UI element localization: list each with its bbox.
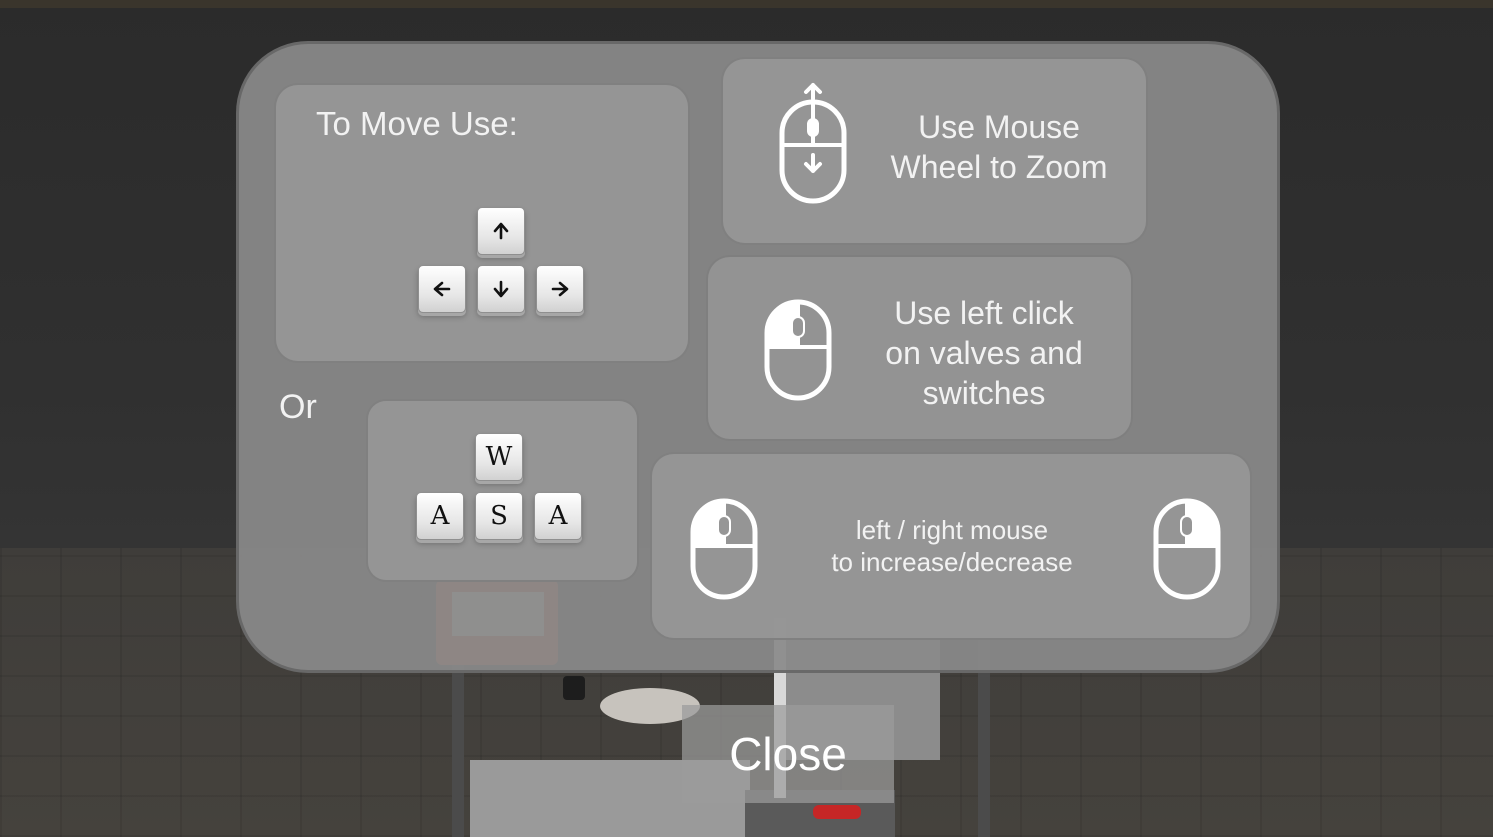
arrow-right-icon: [551, 281, 569, 297]
s-key: S: [475, 492, 523, 540]
move-title: To Move Use:: [316, 105, 518, 142]
mouse-right-click-icon: [1153, 498, 1221, 600]
letter-keys-card: [366, 399, 639, 582]
w-key: W: [475, 433, 523, 481]
zoom-controls-card: Use Mouse Wheel to Zoom: [721, 57, 1148, 245]
rig-valve: [563, 676, 585, 700]
zoom-instructions: Use Mouse Wheel to Zoom: [873, 107, 1125, 187]
zoom-line-1: Use Mouse: [918, 109, 1080, 145]
adjust-line-2: to increase/decrease: [831, 547, 1073, 577]
a-key: A: [416, 492, 464, 540]
arrow-right-key: [536, 265, 584, 313]
rig-red-valve: [813, 805, 861, 819]
arrow-down-icon: [493, 280, 509, 298]
a-key-right: A: [534, 492, 582, 540]
or-label: Or: [279, 388, 317, 426]
adjust-line-1: left / right mouse: [855, 515, 1049, 545]
arrow-up-key: [477, 207, 525, 255]
arrow-down-key: [477, 265, 525, 313]
wall-trim: [0, 0, 1493, 8]
adjust-instructions: left / right mouse to increase/decrease: [802, 514, 1102, 578]
arrow-left-icon: [433, 281, 451, 297]
close-button[interactable]: Close: [682, 705, 894, 803]
click-controls-card: Use left click on valves and switches: [706, 255, 1133, 441]
arrow-up-icon: [493, 222, 509, 240]
click-line-3: switches: [922, 375, 1046, 411]
click-line-2: on valves and: [885, 335, 1083, 371]
adjust-controls-card: left / right mouse to increase/decrease: [650, 452, 1252, 640]
click-line-1: Use left click: [894, 295, 1074, 331]
mouse-left-click-icon: [764, 299, 832, 401]
mouse-left-click-icon: [690, 498, 758, 600]
zoom-line-2: Wheel to Zoom: [890, 149, 1108, 185]
arrow-left-key: [418, 265, 466, 313]
click-instructions: Use left click on valves and switches: [858, 293, 1110, 413]
mouse-scroll-icon: [779, 81, 847, 205]
